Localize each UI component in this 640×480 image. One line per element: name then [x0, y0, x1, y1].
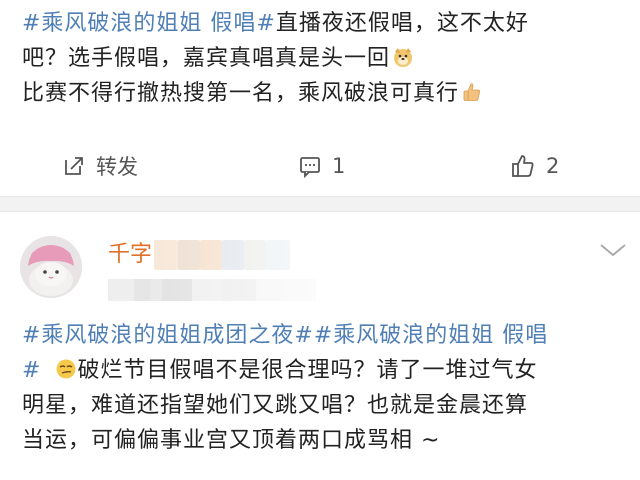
comment-icon	[300, 157, 320, 178]
post-text-line: 比赛不得行撤热搜第一名，乘风破浪可真行	[22, 81, 460, 106]
blur-block	[108, 279, 134, 301]
post-2-text: #乘风破浪的姐姐成团之夜##乘风破浪的姐姐 假唱 # 破烂节目假唱不是很合理吗？…	[22, 318, 622, 458]
comment-button[interactable]: 1	[298, 142, 345, 190]
hashtag-link[interactable]: #乘风破浪的姐姐成团之夜#	[22, 323, 314, 348]
hashtag-link[interactable]: #乘风破浪的姐姐 假唱#	[22, 11, 276, 36]
hashtag-link-end[interactable]: #	[22, 358, 41, 383]
privacy-blur	[150, 230, 320, 308]
repost-icon	[65, 157, 83, 175]
avatar-image	[20, 236, 82, 298]
thumbs-up-icon	[512, 155, 534, 177]
repost-label: 转发	[96, 155, 138, 179]
post-text-line: 直播夜还假唱，这不太好	[275, 11, 529, 36]
avatar[interactable]	[20, 236, 82, 298]
post-text-line: 明星，难道还指望她们又跳又唱？也就是金晨还算	[22, 393, 529, 418]
post-1-text: #乘风破浪的姐姐 假唱#直播夜还假唱，这不太好 吧？选手假唱，嘉宾真唱真是头一回…	[22, 6, 622, 111]
thumbs-up-emoji-icon	[463, 83, 481, 101]
post-text-line: 吧？选手假唱，嘉宾真唱真是头一回	[22, 46, 391, 71]
post-text-line: 当运，可偏偏事业宫又顶着两口成骂相 ~	[22, 428, 441, 453]
like-count: 2	[546, 154, 560, 178]
doge-emoji-icon	[394, 48, 413, 67]
hashtag-link[interactable]: #乘风破浪的姐姐 假唱	[314, 323, 548, 348]
post-action-bar: 转发 1 2	[0, 142, 640, 190]
post-text-line: 破烂节目假唱不是很合理吗？请了一堆过气女	[77, 358, 538, 383]
chevron-down-icon[interactable]	[598, 240, 628, 260]
comment-count: 1	[332, 154, 346, 178]
like-button[interactable]: 2	[510, 142, 559, 190]
post-divider	[0, 196, 640, 212]
repost-button[interactable]: 转发	[62, 142, 138, 190]
username-text: 千字	[108, 242, 153, 267]
smirk-emoji-icon	[56, 359, 76, 379]
